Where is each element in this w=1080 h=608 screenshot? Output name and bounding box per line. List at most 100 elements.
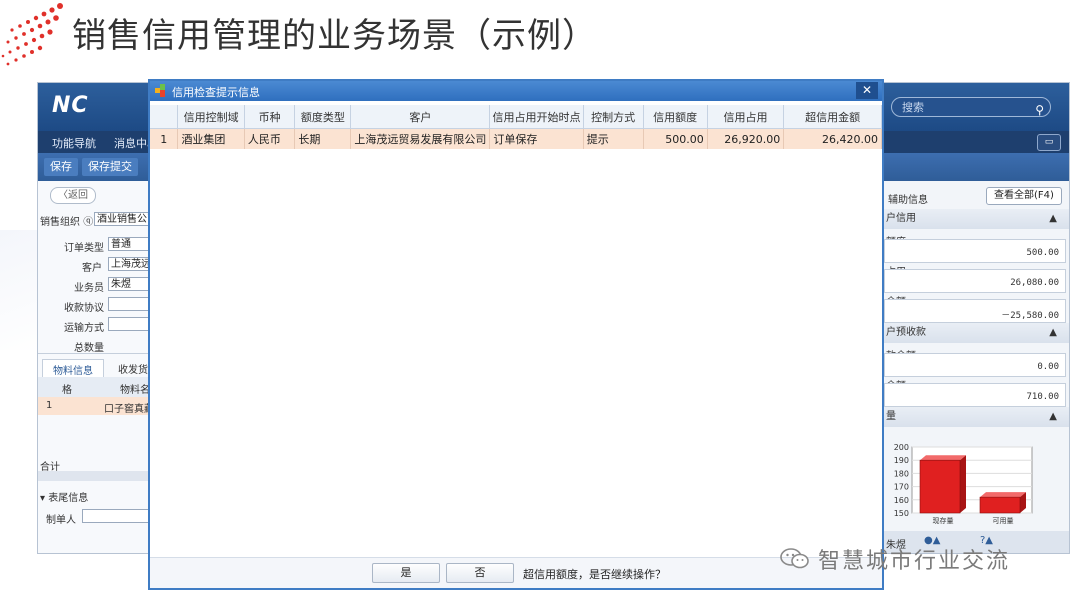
transport-field[interactable] bbox=[108, 317, 150, 331]
grid-col-spec: 格 bbox=[62, 385, 72, 396]
salesman-field[interactable]: 朱煜 bbox=[108, 277, 150, 291]
chart-tick-label: 150 bbox=[894, 509, 909, 518]
chart-category-label: 可用量 bbox=[993, 517, 1014, 525]
stock-section-header[interactable]: 量 ▲ bbox=[884, 407, 1069, 427]
order-form-panel: 〈返回 销售组织 ⓠ 酒业销售公司 订单类型 普通 客户 上海茂远 业务员 朱煜… bbox=[38, 181, 154, 553]
horizontal-scrollbar[interactable] bbox=[38, 471, 150, 481]
collapse-up-icon[interactable]: ▲ bbox=[1049, 209, 1057, 229]
close-icon[interactable]: ✕ bbox=[856, 82, 878, 99]
search-icon[interactable]: ⚲ bbox=[1035, 100, 1044, 120]
credit-check-table: 信用控制域 币种 额度类型 客户 信用占用开始时点 控制方式 信用额度 信用占用 超信用金额 1… bbox=[150, 105, 882, 149]
dialog-message: 超信用额度，是否继续操作？ bbox=[523, 568, 666, 581]
chart-tick-label: 200 bbox=[894, 443, 909, 452]
table-row[interactable]: 1 口子窖真藏 bbox=[38, 397, 154, 415]
nc-logo: NC bbox=[52, 93, 89, 118]
sales-org-label: 销售组织 ⓠ bbox=[40, 217, 94, 228]
aux-info-label: 辅助信息 bbox=[888, 195, 928, 206]
sales-org-field[interactable]: 酒业销售公司 bbox=[94, 212, 150, 226]
collapse-arrow-icon: ▾ bbox=[40, 493, 46, 504]
nav-item-function[interactable]: 功能导航 bbox=[52, 135, 96, 151]
cell-credit-used: 26,920.00 bbox=[707, 128, 785, 149]
credit-check-dialog: 信用检查提示信息 ✕ 信用控制域 币种 额度类型 客户 信用占用开始时点 控制方式 信用额度… bbox=[148, 79, 884, 590]
collapse-up-icon[interactable]: ▲ bbox=[1049, 407, 1057, 427]
watermark: 智慧城市行业交流 bbox=[780, 542, 1010, 576]
cell-currency: 人民币 bbox=[244, 128, 296, 149]
col-header-credit-limit[interactable]: 信用额度 bbox=[643, 105, 708, 129]
credit-limit-field: 500.00 bbox=[884, 239, 1066, 263]
order-type-label: 订单类型 bbox=[64, 243, 104, 254]
stock-bar-chart: 150 160 170 180 190 200 现存量 可用量 bbox=[894, 443, 1033, 525]
save-submit-button[interactable]: 保存提交 bbox=[82, 158, 138, 176]
aux-info-panel: 辅助信息 查看全部(F4) 户信用 ▲ 额度 500.00 占用 26,080.… bbox=[884, 181, 1069, 553]
chart-bar-top bbox=[920, 455, 966, 461]
total-qty-label: 总数量 bbox=[74, 343, 104, 354]
col-header-over-credit[interactable]: 超信用金额 bbox=[783, 105, 882, 129]
row-number: 1 bbox=[46, 400, 53, 411]
cell-over-credit: 26,420.00 bbox=[783, 128, 882, 149]
grid-col-material: 物料名 bbox=[120, 385, 150, 396]
search-input[interactable]: 搜索 ⚲ bbox=[891, 97, 1051, 117]
dialog-footer: 是 否 超信用额度，是否继续操作？ bbox=[150, 557, 882, 588]
prepay-section-header[interactable]: 户预收款 ▲ bbox=[884, 323, 1069, 343]
transport-label: 运输方式 bbox=[64, 323, 104, 334]
cell-row-num: 1 bbox=[150, 128, 179, 149]
creator-label: 制单人 bbox=[46, 515, 76, 526]
watermark-text: 智慧城市行业交流 bbox=[818, 549, 1011, 574]
customer-field[interactable]: 上海茂远 bbox=[108, 257, 150, 271]
cell-customer: 上海茂远贸易发展有限公司 bbox=[350, 128, 491, 149]
chart-tick-label: 190 bbox=[894, 456, 909, 465]
wechat-icon bbox=[780, 548, 809, 569]
col-header-occupy-start[interactable]: 信用占用开始时点 bbox=[489, 105, 584, 129]
app-logo-icon bbox=[155, 84, 165, 97]
balance-field: 710.00 bbox=[884, 383, 1066, 407]
col-header-customer[interactable]: 客户 bbox=[350, 105, 491, 129]
col-header-row-num[interactable] bbox=[150, 105, 179, 129]
col-header-control-mode[interactable]: 控制方式 bbox=[583, 105, 644, 129]
col-header-credit-used[interactable]: 信用占用 bbox=[707, 105, 785, 129]
cell-credit-limit: 500.00 bbox=[643, 128, 708, 149]
row-material: 口子窖真藏 bbox=[104, 404, 154, 415]
cell-occupy-start: 订单保存 bbox=[489, 128, 584, 149]
customer-label: 客户 bbox=[82, 263, 102, 274]
collapse-up-icon[interactable]: ▲ bbox=[1049, 323, 1057, 343]
decorative-dots-logo bbox=[1, 3, 63, 66]
order-type-field[interactable]: 普通 bbox=[108, 237, 150, 251]
payment-term-label: 收款协议 bbox=[64, 303, 104, 314]
creator-field[interactable] bbox=[82, 509, 150, 523]
cell-control-mode: 提示 bbox=[583, 128, 644, 149]
back-button[interactable]: 〈返回 bbox=[50, 187, 96, 204]
col-header-credit-domain[interactable]: 信用控制域 bbox=[177, 105, 245, 129]
window-restore-icon[interactable]: ▭ bbox=[1037, 134, 1061, 151]
chart-bar-side bbox=[960, 455, 966, 513]
info-icon: ⓠ bbox=[83, 217, 94, 228]
grid-header: 格 物料名 bbox=[38, 377, 150, 397]
no-button[interactable]: 否 bbox=[446, 563, 514, 583]
view-all-button[interactable]: 查看全部(F4) bbox=[986, 187, 1062, 205]
tab-shipping[interactable]: 收发货 bbox=[118, 361, 148, 376]
save-button[interactable]: 保存 bbox=[44, 158, 78, 176]
chart-bar bbox=[919, 459, 961, 514]
chart-tick-label: 160 bbox=[894, 496, 909, 505]
payment-term-field[interactable] bbox=[108, 297, 150, 311]
chart-category-label: 现存量 bbox=[933, 516, 954, 525]
tail-section-label[interactable]: ▾ 表尾信息 bbox=[40, 489, 88, 504]
prepay-balance-field: 0.00 bbox=[884, 353, 1066, 377]
credit-section-header[interactable]: 户信用 ▲ bbox=[884, 209, 1069, 229]
cell-quota-type: 长期 bbox=[294, 128, 352, 149]
search-placeholder: 搜索 bbox=[902, 101, 924, 114]
col-header-quota-type[interactable]: 额度类型 bbox=[294, 105, 352, 129]
chart-tick-label: 180 bbox=[894, 469, 909, 478]
yes-button[interactable]: 是 bbox=[372, 563, 440, 583]
chart-tick-label: 170 bbox=[894, 483, 909, 492]
salesman-label: 业务员 bbox=[74, 283, 104, 294]
slide-title: 销售信用管理的业务场景（示例） bbox=[72, 16, 597, 56]
credit-used-field: 26,080.00 bbox=[884, 269, 1066, 293]
divider bbox=[38, 353, 150, 354]
dialog-title-bar[interactable]: 信用检查提示信息 ✕ bbox=[150, 81, 882, 101]
col-header-currency[interactable]: 币种 bbox=[244, 105, 296, 129]
credit-balance-field: －25,580.00 bbox=[884, 299, 1066, 323]
table-row[interactable]: 1 酒业集团 人民币 长期 上海茂远贸易发展有限公司 订单保存 提示 500.00 26,920… bbox=[150, 128, 882, 149]
dialog-title: 信用检查提示信息 bbox=[172, 86, 260, 99]
chart-bar-top bbox=[980, 492, 1026, 498]
chart-bar bbox=[979, 496, 1021, 514]
